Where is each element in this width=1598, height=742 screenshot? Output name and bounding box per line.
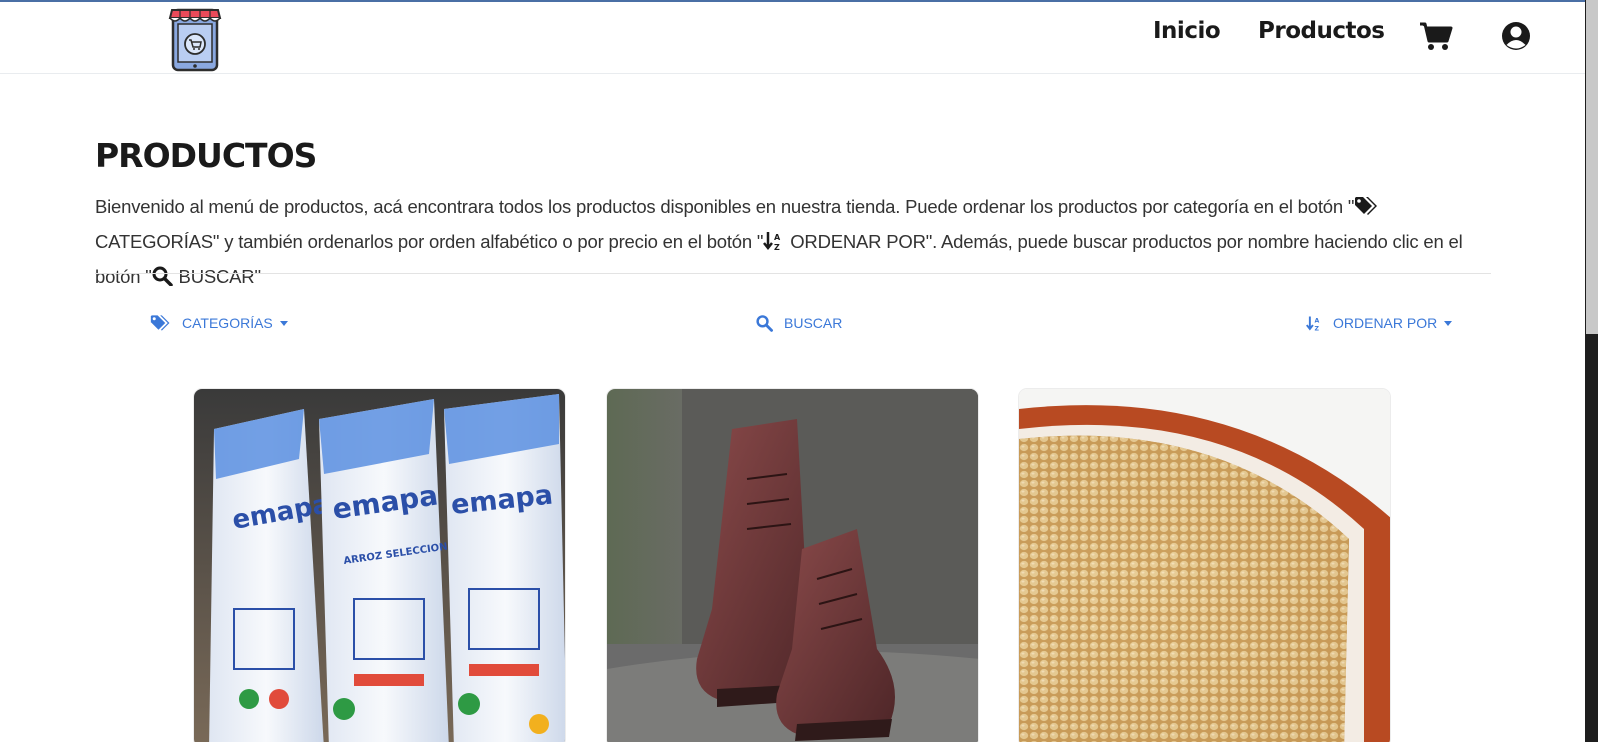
user-icon[interactable] [1501, 21, 1531, 51]
buscar-button[interactable]: Buscar [756, 312, 842, 334]
ordenar-label: Ordenar por [1333, 315, 1438, 331]
navbar: Inicio Productos [0, 2, 1598, 74]
nav-link-inicio[interactable]: Inicio [1153, 18, 1221, 44]
tags-icon [1354, 194, 1380, 226]
shop-logo[interactable] [168, 2, 224, 72]
ordenar-dropdown-button[interactable]: AZ Ordenar por [1306, 312, 1453, 334]
scrollbar-thumb[interactable] [1586, 0, 1598, 334]
product-card[interactable] [1018, 388, 1391, 742]
sort-alpha-icon: AZ [1306, 316, 1320, 332]
buscar-label: Buscar [784, 315, 843, 331]
svg-text:A: A [774, 233, 781, 242]
product-image-rice-bags: emapa emapa ARROZ SELECCIONADO emapa [194, 389, 565, 742]
search-icon [152, 264, 174, 296]
intro-text-part: Bienvenido al menú de productos, acá enc… [95, 196, 1355, 217]
categorias-label: Categorías [182, 315, 273, 331]
product-image-quinoa-bowl [1019, 389, 1390, 742]
categorias-dropdown-button[interactable]: Categorías [150, 312, 288, 334]
svg-text:Z: Z [774, 243, 780, 251]
svg-text:Z: Z [1315, 325, 1320, 332]
product-card[interactable] [606, 388, 979, 742]
intro-text-part: BUSCAR" [173, 266, 261, 287]
divider [95, 273, 1491, 274]
search-icon [756, 315, 773, 332]
intro-text-part: CATEGORÍAS" y también ordenarlos por ord… [95, 231, 764, 252]
intro-text: Bienvenido al menú de productos, acá enc… [95, 191, 1495, 296]
sort-alpha-icon: AZ [763, 229, 785, 261]
svg-text:A: A [1315, 317, 1320, 324]
product-card[interactable]: emapa emapa ARROZ SELECCIONADO emapa [193, 388, 566, 742]
nav-link-productos[interactable]: Productos [1258, 18, 1385, 44]
product-image-brown-boots [607, 389, 978, 742]
caret-down-icon [1444, 320, 1453, 326]
caret-down-icon [279, 320, 288, 326]
cart-icon[interactable] [1419, 21, 1453, 51]
page-title: PRODUCTOS [95, 136, 317, 175]
tags-icon [150, 315, 170, 331]
